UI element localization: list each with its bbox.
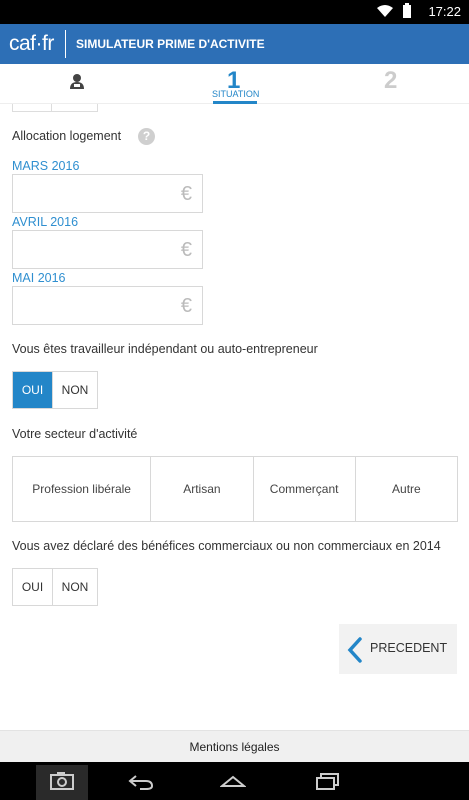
camera-icon	[50, 772, 74, 790]
housing-allowance-label: Allocation logement	[12, 129, 122, 143]
active-step-indicator	[213, 101, 257, 104]
month-label-march: MARS 2016	[12, 159, 80, 173]
sector-option-profession-liberale[interactable]: Profession libérale	[13, 457, 152, 521]
benefits-no-button[interactable]: NON	[53, 569, 97, 605]
header-divider	[65, 30, 66, 58]
sector-option-commercant[interactable]: Commerçant	[254, 457, 356, 521]
previous-button[interactable]: PRECEDENT	[339, 624, 457, 674]
month-label-may: MAI 2016	[12, 271, 66, 285]
independent-toggle: OUI NON	[12, 371, 98, 409]
step-2-number[interactable]: 2	[384, 67, 397, 95]
step-1-label: SITUATION	[212, 89, 260, 99]
wifi-icon	[377, 5, 393, 17]
back-icon[interactable]	[128, 774, 154, 790]
system-nav-bar	[0, 762, 469, 800]
may-amount-input[interactable]: €	[12, 286, 203, 325]
footer: Mentions légales	[0, 730, 469, 762]
sector-option-autre[interactable]: Autre	[356, 457, 457, 521]
april-amount-input[interactable]: €	[12, 230, 203, 269]
home-icon[interactable]	[220, 774, 246, 788]
benefits-toggle: OUI NON	[12, 568, 98, 606]
benefits-question: Vous avez déclaré des bénéfices commerci…	[12, 539, 441, 553]
sector-option-artisan[interactable]: Artisan	[151, 457, 254, 521]
euro-icon: €	[180, 183, 192, 205]
scrolled-toggle-edge	[12, 104, 98, 112]
sector-selector: Profession libérale Artisan Commerçant A…	[12, 456, 458, 522]
recent-apps-icon[interactable]	[316, 772, 340, 790]
screen: 17:22 caf·fr SIMULATEUR PRIME D'ACTIVITE…	[0, 0, 469, 800]
app-title: SIMULATEUR PRIME D'ACTIVITE	[76, 37, 265, 51]
chevron-left-icon	[347, 637, 362, 663]
independent-yes-button[interactable]: OUI	[13, 372, 53, 408]
step-indicator: 1 SITUATION 2	[0, 64, 469, 104]
status-time: 17:22	[428, 4, 461, 19]
euro-icon: €	[180, 239, 192, 261]
month-label-april: AVRIL 2016	[12, 215, 79, 229]
euro-icon: €	[180, 295, 192, 317]
status-bar: 17:22	[0, 0, 469, 24]
march-amount-input[interactable]: €	[12, 174, 203, 213]
benefits-yes-button[interactable]: OUI	[13, 569, 53, 605]
user-icon[interactable]	[70, 73, 84, 89]
sector-label: Votre secteur d'activité	[12, 427, 138, 441]
independent-question: Vous êtes travailleur indépendant ou aut…	[12, 342, 318, 356]
independent-no-button[interactable]: NON	[53, 372, 97, 408]
legal-notice-link[interactable]: Mentions légales	[0, 740, 469, 754]
help-icon[interactable]: ?	[138, 128, 155, 145]
caf-logo: caf·fr	[9, 32, 54, 55]
battery-icon	[403, 3, 411, 18]
app-header: caf·fr SIMULATEUR PRIME D'ACTIVITE	[0, 24, 469, 64]
previous-button-label: PRECEDENT	[370, 641, 448, 655]
